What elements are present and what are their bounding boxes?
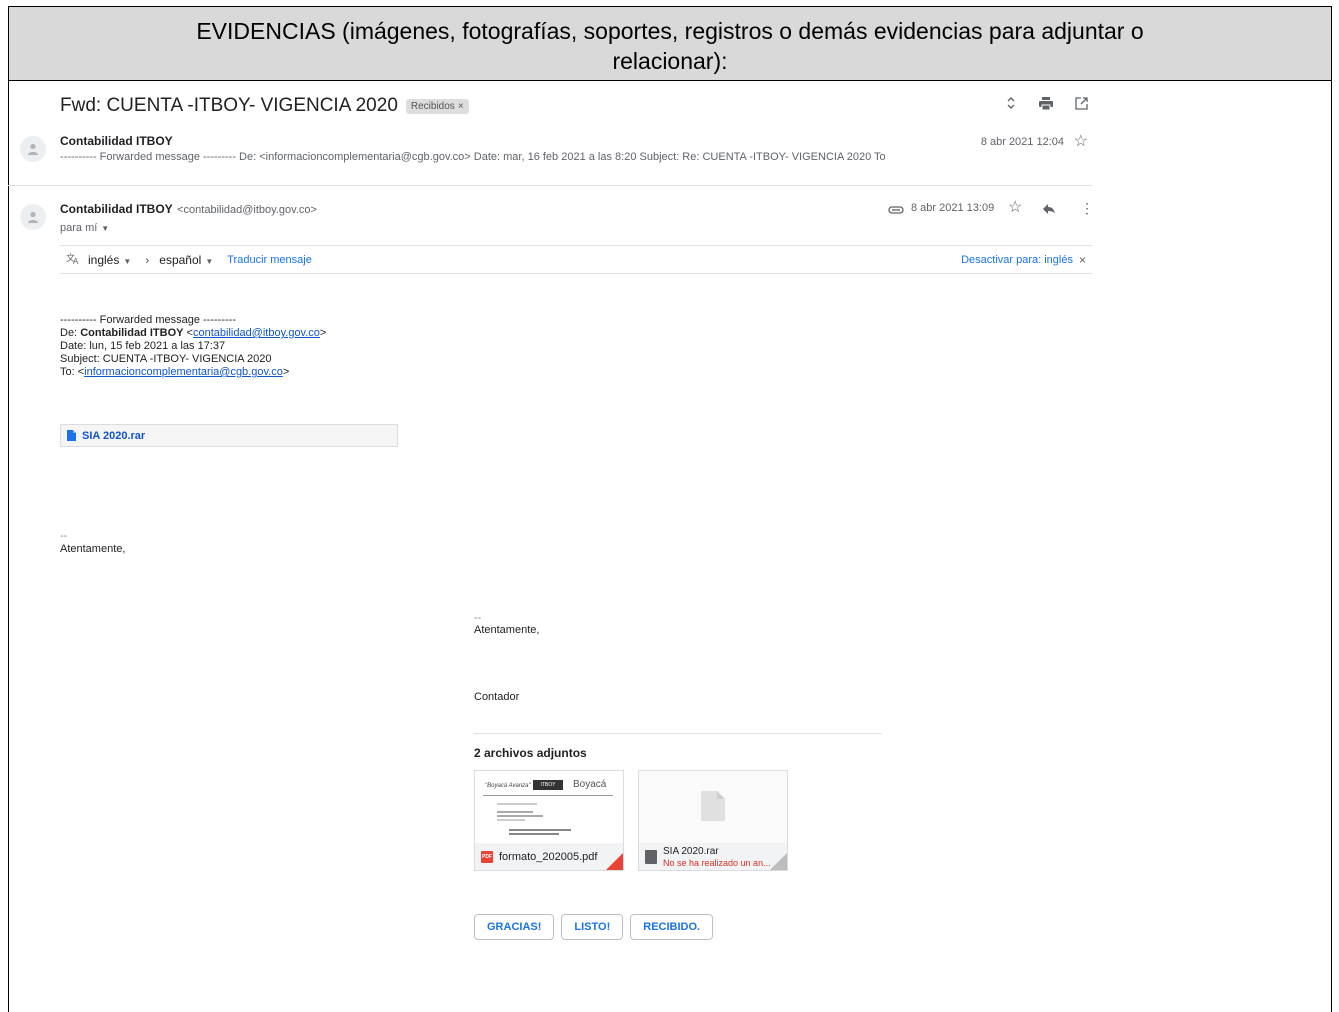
attachment-name-block: SIA 2020.rar No se ha realizado un an... xyxy=(663,845,771,868)
arrow-icon: › xyxy=(145,252,150,267)
chevron-down-icon: ▼ xyxy=(101,224,110,233)
chevron-down-icon: ▼ xyxy=(205,256,214,266)
forwarded-date: Date: lun, 15 feb 2021 a las 17:37 xyxy=(60,340,226,352)
signature-dashes: -- xyxy=(60,530,68,542)
file-icon xyxy=(67,430,76,441)
chevron-down-icon: ▼ xyxy=(123,256,132,266)
inline-attachment-link[interactable]: SIA 2020.rar xyxy=(60,424,398,447)
recipient-toggle[interactable]: para mí ▼ xyxy=(60,222,317,234)
forwarded-from-name: Contabilidad ITBOY xyxy=(80,327,184,339)
forwarded-subject: Subject: CUENTA -ITBOY- VIGENCIA 2020 xyxy=(60,353,272,365)
attachments-divider xyxy=(474,733,882,734)
smart-reply-recibido-button[interactable]: RECIBIDO. xyxy=(630,914,714,940)
svg-text:A: A xyxy=(73,257,79,264)
preview-slogan: "Boyacá Avanza" xyxy=(485,783,531,789)
expand-collapse-icon[interactable] xyxy=(1002,94,1020,112)
close-icon[interactable]: × xyxy=(1079,253,1086,267)
person-icon xyxy=(28,143,38,155)
recipient-label: para mí xyxy=(60,222,98,234)
target-language: español xyxy=(159,252,202,267)
message-snippet: ---------- Forwarded message --------- D… xyxy=(60,151,886,163)
star-icon[interactable]: ☆ xyxy=(1074,134,1088,150)
inbox-label-chip[interactable]: Recibidos × xyxy=(405,98,469,114)
to-email-link[interactable]: informacioncomplementaria@cgb.gov.co xyxy=(84,366,283,378)
smart-reply-gracias-button[interactable]: GRACIAS! xyxy=(474,914,555,940)
sender-block: Contabilidad ITBOY <contabilidad@itboy.g… xyxy=(60,200,317,234)
smart-reply-listo-button[interactable]: LISTO! xyxy=(561,914,624,940)
outer-signature-block: -- Atentamente, xyxy=(474,612,539,636)
corner-fold xyxy=(769,853,787,870)
attachment-footer: SIA 2020.rar No se ha realizado un an... xyxy=(639,843,787,870)
message-date: 8 abr 2021 13:09 xyxy=(911,202,995,214)
attachment-card-rar[interactable]: SIA 2020.rar No se ha realizado un an... xyxy=(638,770,788,871)
forwarded-from: De: Contabilidad ITBOY <contabilidad@itb… xyxy=(60,327,327,339)
translate-message-link[interactable]: Traducir mensaje xyxy=(227,254,312,266)
smart-replies: GRACIAS! LISTO! RECIBIDO. xyxy=(474,914,714,940)
thread-subject: Fwd: CUENTA -ITBOY- VIGENCIA 2020 xyxy=(60,95,398,116)
signature-closing: Atentamente, xyxy=(474,624,540,636)
sender-name: Contabilidad ITBOY xyxy=(60,134,173,148)
star-icon[interactable]: ☆ xyxy=(1008,200,1022,216)
rar-preview-thumbnail xyxy=(639,771,787,843)
forwarded-message-block: ---------- Forwarded message --------- D… xyxy=(60,314,326,379)
reply-icon[interactable] xyxy=(1042,202,1056,220)
attachment-name: formato_202005.pdf xyxy=(499,851,598,863)
source-language-select[interactable]: inglés ▼ xyxy=(88,253,131,267)
attachment-clip-icon xyxy=(888,202,904,220)
forwarded-heading: ---------- Forwarded message --------- xyxy=(60,314,236,326)
disable-translation-link[interactable]: Desactivar para: inglés xyxy=(961,254,1073,266)
from-email-link[interactable]: contabilidad@itboy.gov.co xyxy=(193,327,320,339)
evidence-header-line2: relacionar): xyxy=(612,48,728,74)
inline-attachment-name: SIA 2020.rar xyxy=(82,429,146,442)
evidence-header: EVIDENCIAS (imágenes, fotografías, sopor… xyxy=(9,7,1331,81)
attachment-footer: PDF formato_202005.pdf xyxy=(475,843,623,870)
corner-fold xyxy=(605,853,623,870)
subject-row: Fwd: CUENTA -ITBOY- VIGENCIA 2020 Recibi… xyxy=(60,92,469,120)
inbox-label-text: Recibidos xyxy=(410,100,455,112)
preview-boyaca: Boyacá xyxy=(573,779,607,790)
signature-closing: Atentamente, xyxy=(60,543,126,555)
pdf-icon: PDF xyxy=(481,851,493,863)
target-language-select[interactable]: español ▼ xyxy=(159,253,213,267)
sender-email: <contabilidad@itboy.gov.co> xyxy=(177,204,317,216)
collapsed-message[interactable]: Contabilidad ITBOY ---------- Forwarded … xyxy=(8,134,1092,186)
preview-logo: ITBOY xyxy=(533,780,563,790)
more-options-icon[interactable]: ⋮ xyxy=(1080,200,1094,217)
generic-file-icon xyxy=(701,791,725,821)
person-icon xyxy=(28,211,38,223)
print-icon[interactable] xyxy=(1037,94,1055,112)
translate-icon: 文A xyxy=(66,252,80,267)
open-new-window-icon[interactable] xyxy=(1072,94,1090,112)
attachments-title: 2 archivos adjuntos xyxy=(474,746,587,760)
attachment-name: SIA 2020.rar xyxy=(663,845,719,857)
collapsed-message-content: Contabilidad ITBOY ---------- Forwarded … xyxy=(60,134,886,163)
evidence-header-line1: EVIDENCIAS (imágenes, fotografías, sopor… xyxy=(196,18,1144,44)
email-screenshot: Fwd: CUENTA -ITBOY- VIGENCIA 2020 Recibi… xyxy=(8,82,1098,1002)
message-date: 8 abr 2021 12:04 xyxy=(980,136,1064,148)
remove-label-icon[interactable]: × xyxy=(458,101,464,112)
signature-role: Contador xyxy=(474,691,520,703)
pdf-preview-thumbnail: "Boyacá Avanza" ITBOY Boyacá xyxy=(475,771,623,843)
avatar xyxy=(20,204,46,230)
signature-block: -- Atentamente, xyxy=(60,530,125,556)
translate-bar: 文A inglés ▼ › español ▼ Traducir mensaje D… xyxy=(60,245,1092,274)
sender-name: Contabilidad ITBOY xyxy=(60,202,173,216)
thread-toolbar xyxy=(1002,94,1090,112)
forwarded-to: To: <informacioncomplementaria@cgb.gov.c… xyxy=(60,366,290,378)
attachment-card-pdf[interactable]: "Boyacá Avanza" ITBOY Boyacá PDF formato… xyxy=(474,770,624,871)
archive-icon xyxy=(645,850,657,864)
avatar xyxy=(20,136,46,162)
signature-dashes: -- xyxy=(474,612,482,624)
scan-status: No se ha realizado un an... xyxy=(663,857,771,868)
source-language: inglés xyxy=(88,252,120,267)
